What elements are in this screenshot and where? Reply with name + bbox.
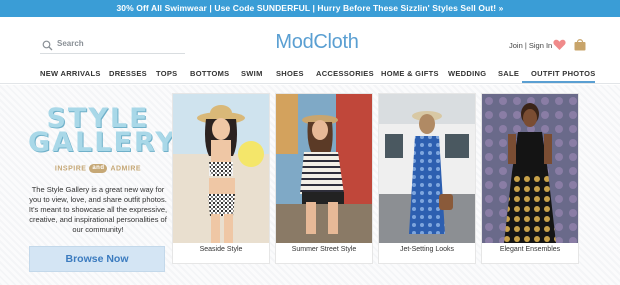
style-gallery-description: The Style Gallery is a great new way for…	[28, 185, 168, 234]
nav-swim[interactable]: SWIM	[241, 69, 263, 78]
search-icon	[42, 40, 53, 51]
site-header: Search ModCloth Join | Sign In	[0, 17, 620, 64]
nav-shoes[interactable]: SHOES	[276, 69, 304, 78]
nav-accessories[interactable]: ACCESSORIES	[316, 69, 374, 78]
nav-outfit-photos[interactable]: OUTFIT PHOTOS	[531, 69, 596, 78]
jet-setting-photo	[379, 94, 475, 243]
nav-active-indicator	[522, 81, 595, 83]
elegant-photo	[482, 94, 578, 243]
nav-sale[interactable]: SALE	[498, 69, 519, 78]
gallery-card-jet-setting[interactable]: Jet-Setting Looks	[378, 93, 476, 264]
card-caption: Elegant Ensembles	[499, 246, 561, 253]
style-gallery-subtitle: INSPIRE and ADMIRE	[28, 164, 168, 173]
nav-tops[interactable]: TOPS	[156, 69, 177, 78]
shopping-bag-icon[interactable]	[573, 38, 587, 51]
card-caption: Seaside Style	[199, 246, 243, 253]
search-placeholder: Search	[57, 39, 84, 48]
site-logo[interactable]: ModCloth	[262, 31, 372, 54]
subtitle-amp: and	[89, 164, 108, 173]
nav-wedding[interactable]: WEDDING	[448, 69, 486, 78]
search-input[interactable]: Search	[40, 38, 185, 54]
card-caption: Jet-Setting Looks	[399, 246, 455, 253]
card-caption: Summer Street Style	[291, 246, 357, 253]
subtitle-left: INSPIRE	[54, 165, 87, 173]
account-links[interactable]: Join | Sign In	[509, 41, 552, 50]
title-line-2: GALLERY	[28, 127, 177, 158]
nav-dresses[interactable]: DRESSES	[109, 69, 147, 78]
seaside-photo	[173, 94, 269, 243]
nav-home-gifts[interactable]: HOME & GIFTS	[381, 69, 439, 78]
style-gallery-title: STYLE GALLERY	[28, 105, 177, 158]
summer-street-photo	[276, 94, 372, 243]
gallery-card-summer-street[interactable]: Summer Street Style	[275, 93, 373, 264]
heart-icon[interactable]	[553, 39, 566, 51]
browse-now-button[interactable]: Browse Now	[29, 246, 165, 272]
subtitle-right: ADMIRE	[110, 165, 142, 173]
nav-new-arrivals[interactable]: NEW ARRIVALS	[40, 69, 101, 78]
nav-bottoms[interactable]: BOTTOMS	[190, 69, 229, 78]
gallery-card-elegant[interactable]: Elegant Ensembles	[481, 93, 579, 264]
main-nav: NEW ARRIVALS DRESSES TOPS BOTTOMS SWIM S…	[0, 64, 620, 84]
gallery-card-seaside[interactable]: Seaside Style	[172, 93, 270, 264]
style-gallery-section: STYLE GALLERY INSPIRE and ADMIRE The Style…	[0, 85, 620, 285]
promo-banner[interactable]: 30% Off All Swimwear | Use Code SUNDERFU…	[0, 0, 620, 17]
